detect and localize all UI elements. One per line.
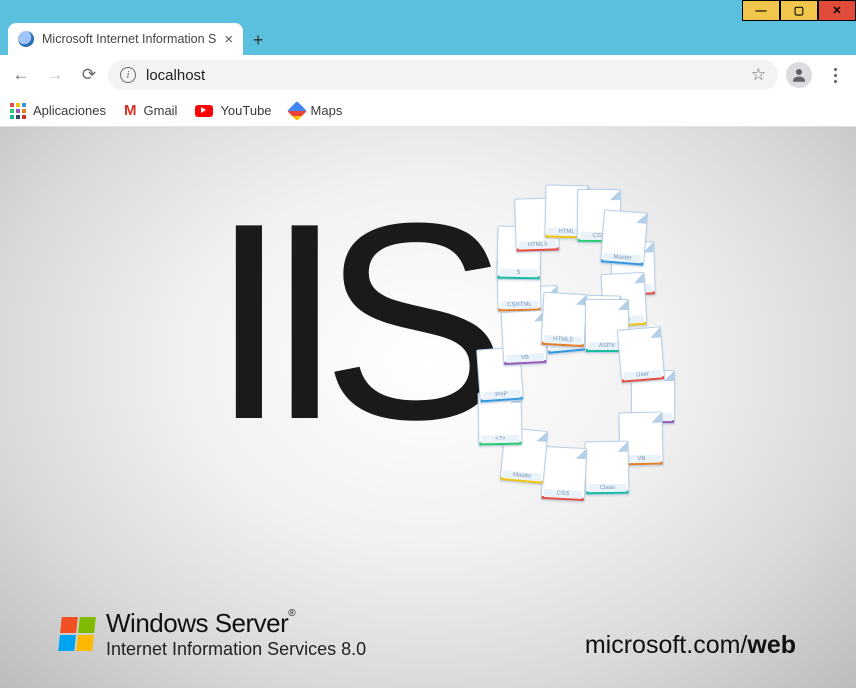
browser-tab[interactable]: Microsoft Internet Information S × xyxy=(8,23,243,55)
bookmark-label: YouTube xyxy=(220,103,271,118)
file-type-icon: Class xyxy=(585,441,630,496)
bookmark-label: Gmail xyxy=(144,103,178,118)
registered-mark: ® xyxy=(288,608,295,619)
page-content: IIS ASPXGlo#<%>@CSHTML5HTML5HTMLCSSMaste… xyxy=(0,127,856,688)
close-tab-button[interactable]: × xyxy=(224,31,233,48)
browser-toolbar: ← → ⟳ i localhost ☆ xyxy=(0,55,856,95)
window-titlebar: — ▢ ✕ xyxy=(0,0,856,21)
msweb-bold: web xyxy=(747,631,796,659)
minimize-button[interactable]: — xyxy=(742,0,780,21)
address-bar[interactable]: i localhost ☆ xyxy=(108,60,778,90)
kebab-menu-button[interactable] xyxy=(820,60,850,90)
bookmark-label: Aplicaciones xyxy=(33,103,106,118)
maps-icon xyxy=(287,101,307,121)
gmail-icon: M xyxy=(124,102,137,119)
apps-grid-icon xyxy=(10,103,26,119)
site-info-icon[interactable]: i xyxy=(120,67,136,83)
number-8-graphic: ASPXGlo#<%>@CSHTML5HTML5HTMLCSSMaster#VB… xyxy=(480,197,670,487)
reload-button[interactable]: ⟳ xyxy=(74,60,104,90)
windows-logo-icon xyxy=(58,617,96,651)
page-footer: Windows Server® Internet Information Ser… xyxy=(0,608,856,660)
iis-subtitle: Internet Information Services 8.0 xyxy=(106,639,366,660)
new-tab-button[interactable]: + xyxy=(243,25,273,55)
tab-strip: Microsoft Internet Information S × + xyxy=(0,21,856,55)
windows-server-branding: Windows Server® Internet Information Ser… xyxy=(60,608,366,660)
back-button[interactable]: ← xyxy=(6,60,36,90)
bookmark-star-icon[interactable]: ☆ xyxy=(751,65,766,85)
bookmark-maps[interactable]: Maps xyxy=(290,103,343,118)
url-text: localhost xyxy=(146,67,741,84)
tab-title: Microsoft Internet Information S xyxy=(42,32,216,46)
profile-button[interactable] xyxy=(786,62,812,88)
forward-button[interactable]: → xyxy=(40,60,70,90)
globe-icon xyxy=(18,31,34,47)
bookmark-youtube[interactable]: YouTube xyxy=(195,103,271,118)
bookmark-gmail[interactable]: M Gmail xyxy=(124,102,177,119)
windows-server-text: Windows Server xyxy=(106,608,288,638)
microsoft-web-link[interactable]: microsoft.com/web xyxy=(585,631,796,660)
file-type-icon: Master xyxy=(600,209,648,266)
maximize-button[interactable]: ▢ xyxy=(780,0,818,21)
file-type-icon: CSS xyxy=(541,446,588,502)
file-type-icon: User xyxy=(616,326,664,383)
bookmarks-bar: Aplicaciones M Gmail YouTube Maps xyxy=(0,95,856,127)
file-type-icon: HTML5 xyxy=(540,292,587,348)
close-window-button[interactable]: ✕ xyxy=(818,0,856,21)
msweb-prefix: microsoft.com/ xyxy=(585,631,748,659)
bookmark-apps[interactable]: Aplicaciones xyxy=(10,103,106,119)
youtube-icon xyxy=(195,105,213,117)
iis-heading: IIS xyxy=(210,182,486,462)
bookmark-label: Maps xyxy=(311,103,343,118)
